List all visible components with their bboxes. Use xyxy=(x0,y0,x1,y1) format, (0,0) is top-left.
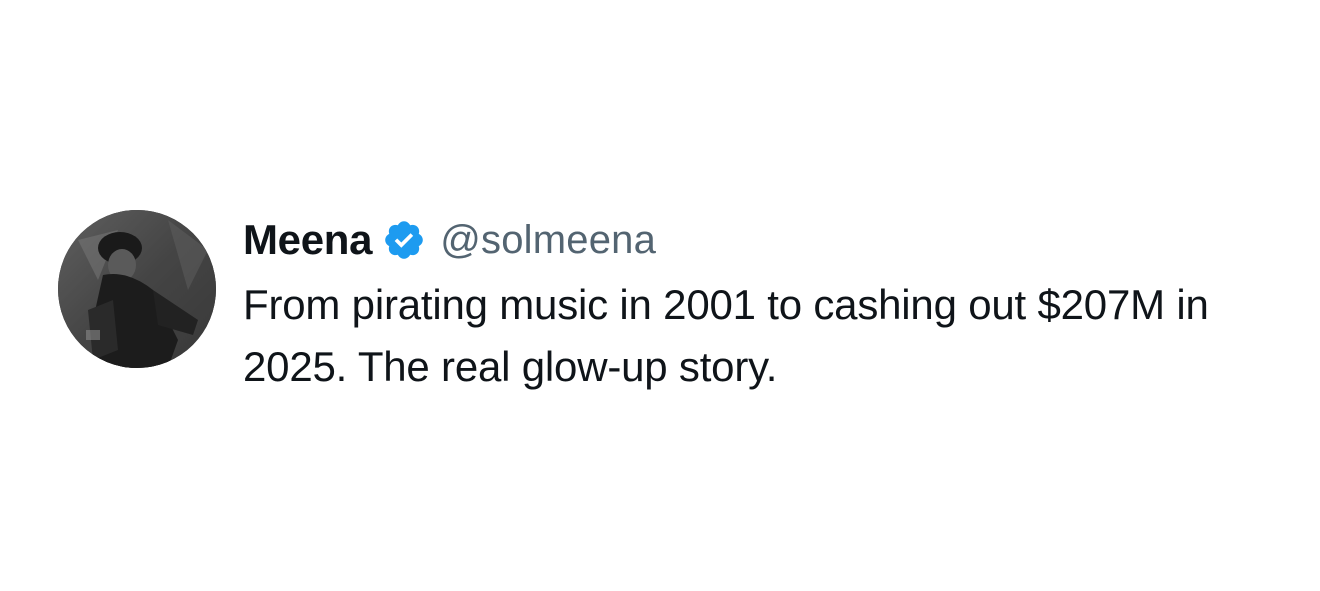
tweet-text: From pirating music in 2001 to cashing o… xyxy=(243,281,1209,390)
verified-badge-icon xyxy=(382,218,426,262)
tweet: Meena @solmeena From pirating music in 2… xyxy=(58,210,1298,398)
tweet-screenshot: Meena @solmeena From pirating music in 2… xyxy=(0,0,1320,591)
author-handle[interactable]: @solmeena xyxy=(440,218,656,263)
tweet-body: Meena @solmeena From pirating music in 2… xyxy=(243,214,1253,398)
author-name[interactable]: Meena xyxy=(243,216,373,264)
author-avatar[interactable] xyxy=(58,210,216,368)
tweet-header: Meena @solmeena xyxy=(243,214,1253,266)
avatar-photo xyxy=(58,210,216,368)
